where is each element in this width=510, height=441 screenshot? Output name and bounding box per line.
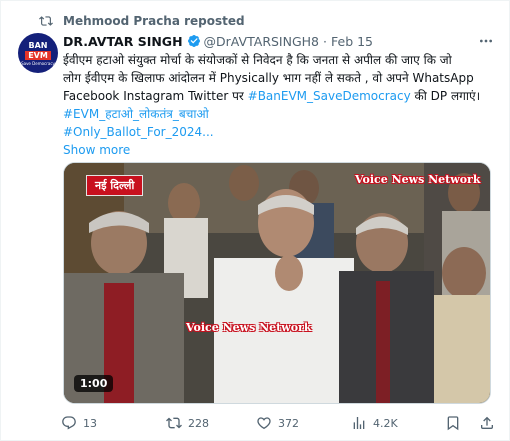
- retweet-count: 228: [188, 416, 209, 430]
- watermark-middle: Voice News Network: [186, 321, 312, 334]
- avatar[interactable]: BAN EVM Save Democracy: [18, 33, 58, 73]
- retweet-icon: [166, 417, 182, 429]
- watermark-top: Voice News Network: [355, 173, 481, 186]
- avatar-text-3: Save Democracy: [21, 60, 55, 66]
- like-count: 372: [278, 416, 299, 430]
- video-frame-image: [64, 163, 490, 403]
- share-icon: [481, 416, 493, 429]
- verified-badge-icon: [187, 35, 200, 47]
- reply-count: 13: [83, 416, 97, 430]
- tweet-line-3-text: Facebook Instagram Twitter पर: [63, 89, 248, 103]
- tweet-line-1: ईवीएम हटाओ संयुक्त मोर्चा के संयोजकों से…: [63, 53, 452, 67]
- share-button[interactable]: [479, 413, 495, 433]
- hashtag-only-ballot[interactable]: #Only_Ballot_For_2024...: [63, 123, 491, 141]
- avatar-text-2: EVM: [25, 50, 51, 60]
- like-button[interactable]: 372: [256, 413, 299, 433]
- city-tag: नई दिल्ली: [86, 175, 144, 196]
- more-options-button[interactable]: [477, 33, 495, 49]
- tweet-header: DR.AVTAR SINGH @DrAVTARSINGH8 · Feb 15: [63, 33, 373, 49]
- author-name[interactable]: DR.AVTAR SINGH: [63, 34, 183, 49]
- heart-icon: [257, 417, 271, 430]
- views-chart-icon: [353, 417, 365, 429]
- video-player[interactable]: नई दिल्ली Voice News Network Voice News …: [63, 162, 491, 404]
- views-count: 4.2K: [373, 416, 398, 430]
- show-more-link[interactable]: Show more: [63, 141, 491, 159]
- avatar-text-1: BAN: [28, 40, 48, 50]
- reply-button[interactable]: 13: [61, 413, 97, 433]
- views-button[interactable]: 4.2K: [351, 413, 398, 433]
- reply-icon: [62, 416, 76, 430]
- bookmark-icon: [447, 416, 459, 431]
- video-duration: 1:00: [74, 375, 114, 392]
- tweet-actions: 13 228 372 4.2K: [61, 413, 497, 433]
- repost-label: Mehmood Pracha reposted: [63, 14, 245, 28]
- tweet-date[interactable]: Feb 15: [331, 34, 373, 49]
- bookmark-button[interactable]: [445, 413, 461, 433]
- hashtag-ban-evm[interactable]: #BanEVM_SaveDemocracy: [248, 89, 411, 103]
- tweet-card[interactable]: Mehmood Pracha reposted BAN EVM Save Dem…: [0, 0, 510, 441]
- more-icon: [480, 39, 492, 43]
- tweet-line-3: Facebook Instagram Twitter पर #BanEVM_Sa…: [63, 87, 491, 105]
- separator-dot: ·: [323, 33, 327, 49]
- repost-header[interactable]: Mehmood Pracha reposted: [39, 13, 245, 29]
- tweet-line-2: लोग ईवीएम के खिलाफ आंदोलन में Physically…: [63, 71, 474, 85]
- retweet-button[interactable]: 228: [166, 413, 209, 433]
- tweet-text: ईवीएम हटाओ संयुक्त मोर्चा के संयोजकों से…: [63, 51, 491, 159]
- hashtag-evm-hatao[interactable]: #EVM_हटाओ_लोकतंत्र_बचाओ: [63, 105, 491, 123]
- tweet-line-3-end: की DP लगाएं।: [410, 89, 481, 103]
- repost-icon: [39, 16, 53, 26]
- author-handle[interactable]: @DrAVTARSINGH8: [204, 34, 319, 49]
